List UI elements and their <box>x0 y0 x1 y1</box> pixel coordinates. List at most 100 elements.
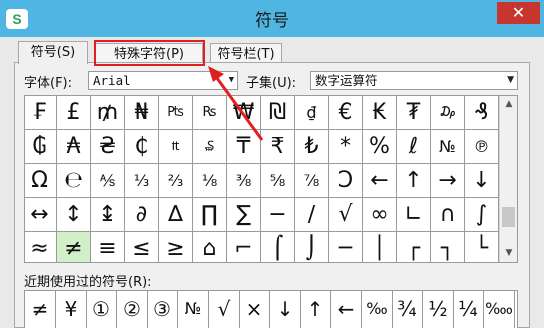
symbol-cell[interactable]: ₪ <box>261 96 295 130</box>
symbol-cell[interactable]: └ <box>465 232 499 262</box>
symbol-cell[interactable]: ≠ <box>57 232 91 262</box>
symbol-cell[interactable]: ₳ <box>57 130 91 164</box>
symbol-cell[interactable]: ⅔ <box>159 164 193 198</box>
symbol-cell[interactable]: ∑ <box>227 198 261 232</box>
recent-symbol-cell[interactable]: ① <box>86 291 117 328</box>
symbol-cell[interactable]: ₹ <box>261 130 295 164</box>
symbol-cell[interactable]: ₶ <box>159 130 193 164</box>
symbol-cell[interactable]: ⌐ <box>227 232 261 262</box>
symbol-cell[interactable]: ↔ <box>25 198 57 232</box>
recent-symbol-cell[interactable]: × <box>239 291 270 328</box>
symbol-cell[interactable]: ← <box>363 164 397 198</box>
chevron-down-icon: ▼ <box>507 75 514 85</box>
symbol-cell[interactable]: ∩ <box>431 198 465 232</box>
symbol-cell[interactable]: ↑ <box>397 164 431 198</box>
symbol-cell[interactable]: ₴ <box>91 130 125 164</box>
symbol-cell[interactable]: √ <box>329 198 363 232</box>
symbol-cell[interactable]: ⌠ <box>261 232 295 262</box>
recent-symbol-cell[interactable]: ② <box>117 291 148 328</box>
recent-symbol-cell[interactable]: ‰ <box>362 291 393 328</box>
symbol-cell[interactable]: ₣ <box>25 96 57 130</box>
font-label: 字体(F): <box>24 76 73 91</box>
symbol-cell[interactable]: ⅜ <box>227 164 261 198</box>
symbol-cell[interactable]: ⅛ <box>193 164 227 198</box>
subset-select[interactable]: 数字运算符 ▼ <box>310 71 518 90</box>
symbol-cell[interactable]: ≡ <box>91 232 125 262</box>
recent-symbol-cell[interactable]: √ <box>209 291 240 328</box>
symbol-cell[interactable]: ─ <box>329 232 363 262</box>
subset-label: 子集(U): <box>246 76 297 91</box>
symbol-cell[interactable]: ₯ <box>431 96 465 130</box>
symbol-cell[interactable]: ₦ <box>125 96 159 130</box>
symbol-cell[interactable]: ₧ <box>159 96 193 130</box>
symbol-cell[interactable]: ₺ <box>295 130 329 164</box>
symbol-cell[interactable]: │ <box>363 232 397 262</box>
symbol-cell[interactable]: Ω <box>25 164 57 198</box>
symbol-cell[interactable]: ℓ <box>397 130 431 164</box>
symbol-cell[interactable]: ↨ <box>91 198 125 232</box>
recent-symbol-cell[interactable]: ½ <box>423 291 454 328</box>
symbol-cell[interactable]: * <box>329 130 363 164</box>
symbol-cell[interactable]: ₥ <box>91 96 125 130</box>
recent-symbol-cell[interactable]: № <box>178 291 209 328</box>
scroll-down-icon[interactable]: ▼ <box>500 245 517 262</box>
symbol-cell[interactable]: ↓ <box>465 164 499 198</box>
close-button[interactable]: ✕ <box>497 2 540 24</box>
symbol-cell[interactable]: ⅓ <box>125 164 159 198</box>
scrollbar[interactable]: ▲ ▼ <box>499 96 517 262</box>
symbol-cell[interactable]: ↕ <box>57 198 91 232</box>
symbol-grid: ₣£₥₦₧₨₩₪₫€₭₮₯₰₱₲₳₴₵₶₷₸₹₺*%ℓ№℗™Ω℮⅍⅓⅔⅛⅜⅝⅞Ↄ… <box>24 95 518 263</box>
symbol-cell[interactable]: ⌡ <box>295 232 329 262</box>
symbol-cell[interactable]: → <box>431 164 465 198</box>
tab-symbols[interactable]: 符号(S) <box>18 41 88 64</box>
annotation-highlight-box <box>94 40 205 66</box>
symbol-cell[interactable]: ≤ <box>125 232 159 262</box>
symbol-cell[interactable]: ₩ <box>227 96 261 130</box>
symbol-cell[interactable]: ≈ <box>25 232 57 262</box>
symbol-cell[interactable]: ∏ <box>193 198 227 232</box>
symbol-cell[interactable]: ∞ <box>363 198 397 232</box>
symbol-cell[interactable]: ℮ <box>57 164 91 198</box>
title-bar: S 符号 ✕ <box>0 0 544 37</box>
symbol-cell[interactable]: ∆ <box>159 198 193 232</box>
symbol-cell[interactable]: ₮ <box>397 96 431 130</box>
symbol-cell[interactable]: ┐ <box>431 232 465 262</box>
symbol-cell[interactable]: ⌂ <box>193 232 227 262</box>
symbol-cell[interactable]: € <box>329 96 363 130</box>
symbol-cell[interactable]: ₵ <box>125 130 159 164</box>
recent-symbol-cell[interactable]: ¥ <box>56 291 87 328</box>
symbol-cell[interactable]: ₨ <box>193 96 227 130</box>
recent-symbol-cell[interactable]: ¾ <box>392 291 423 328</box>
symbol-cell[interactable]: ∂ <box>125 198 159 232</box>
symbol-cell[interactable]: ₭ <box>363 96 397 130</box>
symbol-cell[interactable]: £ <box>57 96 91 130</box>
symbol-cell[interactable]: ≥ <box>159 232 193 262</box>
scroll-up-icon[interactable]: ▲ <box>500 96 517 113</box>
symbol-cell[interactable]: ₲ <box>25 130 57 164</box>
symbol-cell[interactable]: − <box>261 198 295 232</box>
recent-symbol-cell[interactable]: ¼ <box>453 291 484 328</box>
symbol-cell[interactable]: ₰ <box>465 96 499 130</box>
recent-symbol-cell[interactable]: ↓ <box>270 291 301 328</box>
recent-symbol-cell[interactable]: ③ <box>147 291 178 328</box>
scroll-thumb[interactable] <box>502 207 515 227</box>
symbol-cell[interactable]: ₷ <box>193 130 227 164</box>
symbol-cell[interactable]: ┌ <box>397 232 431 262</box>
symbol-cell[interactable]: ₸ <box>227 130 261 164</box>
symbol-cell[interactable]: ⅝ <box>261 164 295 198</box>
recent-symbol-cell[interactable]: ≠ <box>25 291 56 328</box>
recent-symbol-cell[interactable]: ‱ <box>484 291 515 328</box>
symbol-cell[interactable]: ∟ <box>397 198 431 232</box>
symbol-cell[interactable]: % <box>363 130 397 164</box>
symbol-cell[interactable]: ℗ <box>465 130 499 164</box>
symbol-cell[interactable]: № <box>431 130 465 164</box>
symbol-cell[interactable]: ∕ <box>295 198 329 232</box>
symbol-cell[interactable]: Ↄ <box>329 164 363 198</box>
symbol-cell[interactable]: ₫ <box>295 96 329 130</box>
recent-symbol-cell[interactable]: ↑ <box>300 291 331 328</box>
symbol-cell[interactable]: ⅍ <box>91 164 125 198</box>
symbol-cell[interactable]: ⅞ <box>295 164 329 198</box>
symbol-cell[interactable]: ∫ <box>465 198 499 232</box>
font-select[interactable]: Arial ▼ <box>88 71 238 90</box>
recent-symbol-cell[interactable]: ← <box>331 291 362 328</box>
